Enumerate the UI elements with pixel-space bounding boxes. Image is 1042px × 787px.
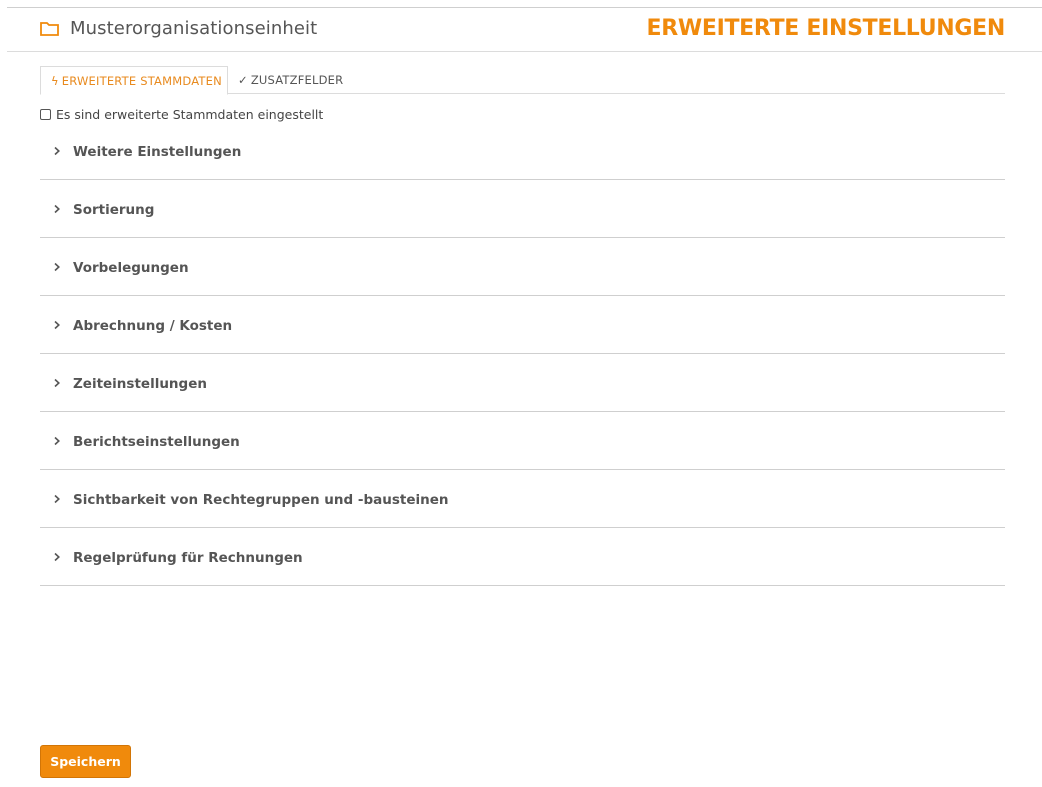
chevron-right-icon xyxy=(54,436,60,445)
section-label: Sichtbarkeit von Rechtegruppen und -baus… xyxy=(73,491,449,508)
chevron-right-icon xyxy=(54,552,60,561)
chevron-right-icon xyxy=(54,146,60,155)
section-label: Vorbelegungen xyxy=(73,259,189,276)
chevron-right-icon xyxy=(54,204,60,213)
page-title: ERWEITERTE EINSTELLUNGEN xyxy=(646,16,1006,41)
settings-accordion: Weitere Einstellungen Sortierung Vorbele… xyxy=(40,122,1005,586)
section-sortierung[interactable]: Sortierung xyxy=(40,180,1005,238)
section-label: Weitere Einstellungen xyxy=(73,143,242,160)
extended-master-data-checkbox-row[interactable]: Es sind erweiterte Stammdaten eingestell… xyxy=(40,106,323,122)
save-button[interactable]: Speichern xyxy=(40,745,131,778)
section-label: Regelprüfung für Rechnungen xyxy=(73,549,303,566)
chevron-right-icon xyxy=(54,494,60,503)
extended-master-data-checkbox[interactable] xyxy=(40,108,51,120)
tab-erweiterte-stammdaten[interactable]: ϟ ERWEITERTE STAMMDATEN xyxy=(40,66,228,95)
folder-icon xyxy=(40,22,59,36)
chevron-right-icon xyxy=(54,320,60,329)
org-unit-name: Musterorganisationseinheit xyxy=(70,18,318,39)
chevron-right-icon xyxy=(54,378,60,387)
section-regelpruefung-rechnungen[interactable]: Regelprüfung für Rechnungen xyxy=(40,528,1005,586)
tab-bar: ϟ ERWEITERTE STAMMDATEN ✓ ZUSATZFELDER xyxy=(40,66,1005,95)
section-berichtseinstellungen[interactable]: Berichtseinstellungen xyxy=(40,412,1005,470)
section-label: Berichtseinstellungen xyxy=(73,433,240,450)
section-label: Zeiteinstellungen xyxy=(73,375,207,392)
section-zeiteinstellungen[interactable]: Zeiteinstellungen xyxy=(40,354,1005,412)
checkbox-label: Es sind erweiterte Stammdaten eingestell… xyxy=(56,106,324,122)
tab-zusatzfelder[interactable]: ✓ ZUSATZFELDER xyxy=(238,66,343,94)
flash-icon: ϟ xyxy=(51,74,59,88)
header-bar: Musterorganisationseinheit ERWEITERTE EI… xyxy=(7,7,1042,52)
section-sichtbarkeit-rechtegruppen[interactable]: Sichtbarkeit von Rechtegruppen und -baus… xyxy=(40,470,1005,528)
chevron-right-icon xyxy=(54,262,60,271)
section-weitere-einstellungen[interactable]: Weitere Einstellungen xyxy=(40,122,1005,180)
section-label: Abrechnung / Kosten xyxy=(73,317,233,334)
check-icon: ✓ xyxy=(238,73,248,87)
tab-label: ERWEITERTE STAMMDATEN xyxy=(61,74,222,88)
tab-label: ZUSATZFELDER xyxy=(250,73,344,87)
section-vorbelegungen[interactable]: Vorbelegungen xyxy=(40,238,1005,296)
section-abrechnung-kosten[interactable]: Abrechnung / Kosten xyxy=(40,296,1005,354)
section-label: Sortierung xyxy=(73,201,155,218)
